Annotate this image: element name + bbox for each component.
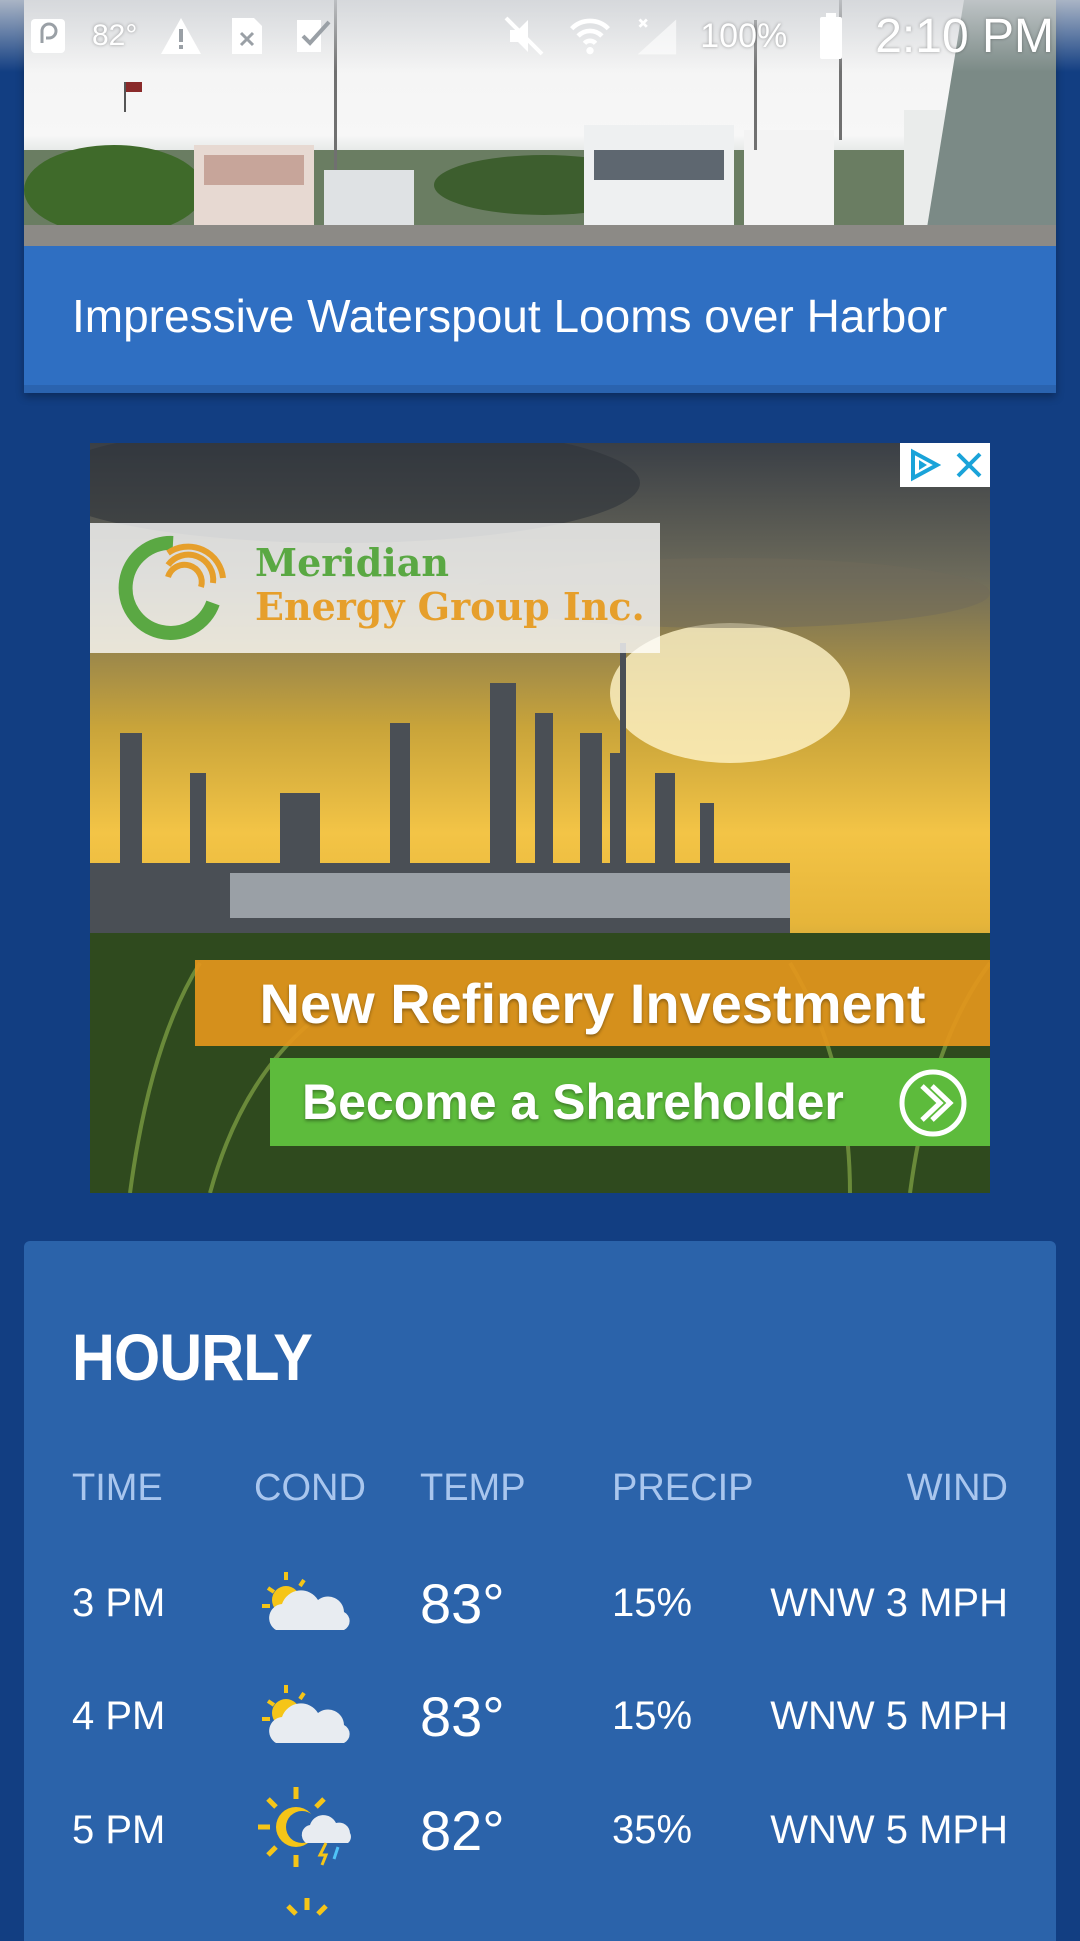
row-precip: 35% <box>612 1807 693 1852</box>
header-temp: TEMP <box>420 1467 526 1509</box>
advertisement[interactable]: Meridian Energy Group Inc. New Refinery … <box>90 443 990 1193</box>
adchoices-icon[interactable] <box>907 448 941 482</box>
signal-icon <box>634 14 678 58</box>
arrow-circle-icon[interactable] <box>898 1068 968 1138</box>
row-wind: WNW 5 MPH <box>770 1693 1008 1738</box>
row-wind: WNW 5 MPH <box>770 1807 1008 1852</box>
ad-cta-button[interactable]: Become a Shareholder <box>270 1058 990 1146</box>
ad-headline: New Refinery Investment <box>259 971 926 1035</box>
header-wind: WIND <box>906 1467 1008 1509</box>
close-box-icon <box>225 14 269 58</box>
header-cond: COND <box>254 1467 366 1509</box>
row-precip: 15% <box>612 1580 693 1625</box>
app-icon <box>26 14 70 58</box>
close-icon[interactable] <box>954 450 984 480</box>
battery-icon <box>809 13 853 59</box>
wifi-icon <box>568 14 612 58</box>
row-time: 5 PM <box>72 1807 166 1852</box>
partly-cloudy-icon <box>256 1661 356 1771</box>
sun-thunder-shower-icon <box>256 1775 356 1885</box>
row-temp: 83° <box>420 1571 505 1635</box>
news-caption[interactable]: Impressive Waterspout Looms over Harbor <box>24 246 1056 393</box>
row-precip: 15% <box>612 1693 693 1738</box>
status-bar: 82° 100% 2:10 PM <box>0 0 1080 72</box>
partly-cloudy-icon <box>256 1548 356 1658</box>
battery-percent: 100% <box>700 16 788 55</box>
sun-icon <box>282 1896 332 1931</box>
row-temp: 83° <box>420 1684 505 1748</box>
row-wind: WNW 3 MPH <box>770 1580 1008 1625</box>
ad-company-line2: Energy Group Inc. <box>255 584 645 629</box>
hourly-row[interactable]: 3 PM 83° 15% WNW 3 MPH <box>24 1548 1056 1658</box>
hourly-row[interactable]: 4 PM 83° 15% WNW 5 MPH <box>24 1661 1056 1771</box>
header-time: TIME <box>72 1467 163 1509</box>
hourly-forecast-card: HOURLY TIME COND TEMP PRECIP WIND 3 PM 8… <box>24 1241 1056 1941</box>
row-temp: 82° <box>420 1798 505 1862</box>
ad-cta-label[interactable]: Become a Shareholder <box>302 1073 844 1131</box>
hourly-title: HOURLY <box>72 1320 313 1394</box>
status-clock: 2:10 PM <box>875 9 1054 63</box>
ad-choices[interactable] <box>900 443 990 487</box>
check-icon <box>291 14 335 58</box>
ad-company-line1: Meridian <box>255 540 449 585</box>
news-title[interactable]: Impressive Waterspout Looms over Harbor <box>72 289 947 343</box>
header-precip: PRECIP <box>612 1467 754 1509</box>
hourly-row[interactable]: 5 PM 82° 35% WNW 5 MPH <box>24 1775 1056 1885</box>
mute-icon <box>502 14 546 58</box>
status-temperature: 82° <box>92 19 138 52</box>
ad-logo-icon <box>118 535 226 640</box>
warning-icon <box>159 14 203 58</box>
ad-company-name: Meridian Energy Group Inc. <box>255 541 675 629</box>
row-time: 3 PM <box>72 1580 166 1625</box>
row-time: 4 PM <box>72 1693 166 1738</box>
ad-headline-band: New Refinery Investment <box>195 960 990 1046</box>
